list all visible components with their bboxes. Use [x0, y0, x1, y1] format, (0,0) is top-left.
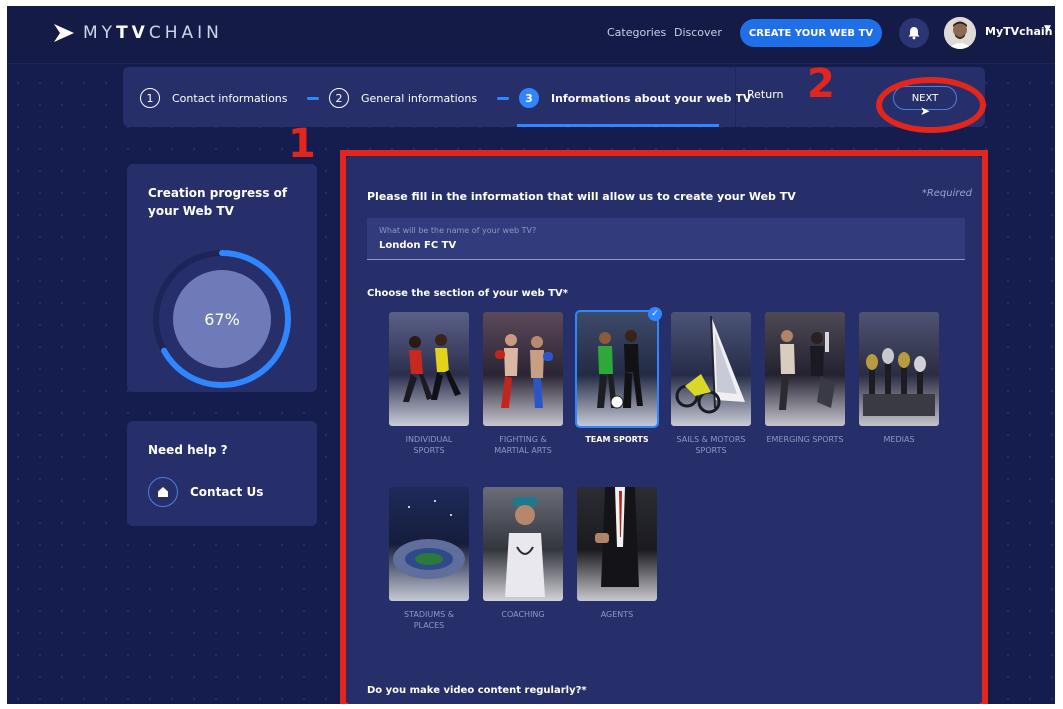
- annotation-number-1: 1: [288, 121, 316, 167]
- username-label[interactable]: MyTVchain: [985, 25, 1053, 38]
- form-heading: Please fill in the information that will…: [367, 190, 796, 203]
- notifications-button[interactable]: [899, 18, 929, 48]
- emerging-sports-image: [765, 312, 845, 426]
- section-tile-coaching[interactable]: COACHING: [483, 487, 563, 620]
- web-tv-name-input[interactable]: [379, 240, 939, 251]
- tile-caption: EMERGING SPORTS: [766, 435, 844, 444]
- tile-caption: FIGHTING & MARTIAL ARTS: [494, 435, 552, 455]
- section-tile-individual-sports[interactable]: INDIVIDUAL SPORTS: [389, 312, 469, 456]
- sails-motors-sports-image: [671, 312, 751, 426]
- required-note: *Required: [921, 188, 972, 199]
- progress-value: 67%: [204, 310, 240, 329]
- section-tile-stadiums-places[interactable]: STADIUMS & PLACES: [389, 487, 469, 631]
- logo-text-chain: CHAIN: [148, 23, 223, 43]
- team-sports-image: [575, 310, 659, 428]
- wizard-stepper: 1 Contact informations 2 General informa…: [123, 67, 985, 127]
- tile-caption: AGENTS: [600, 610, 634, 619]
- video-content-question: Do you make video content regularly?*: [367, 685, 587, 696]
- logo-play-icon: [54, 24, 74, 42]
- bell-icon: [908, 27, 920, 40]
- progress-title: Creation progress of your Web TV: [148, 186, 288, 218]
- tile-caption: SAILS & MOTORS SPORTS: [676, 435, 746, 455]
- fighting-martial-arts-image: [483, 312, 563, 426]
- tile-caption: COACHING: [501, 610, 545, 619]
- step-label: General informations: [361, 91, 478, 105]
- return-button[interactable]: Return: [747, 88, 784, 101]
- step-contact-informations[interactable]: 1 Contact informations: [140, 88, 288, 108]
- agents-image: [577, 487, 657, 601]
- tile-caption: STADIUMS & PLACES: [404, 610, 454, 630]
- step-label: Contact informations: [172, 91, 288, 105]
- section-tile-team-sports[interactable]: ✓ TEAM SPORTS: [575, 307, 662, 445]
- annotation-ellipse-next: [876, 77, 986, 133]
- progress-card: Creation progress of your Web TV 67%: [127, 164, 317, 392]
- contact-us-button[interactable]: Contact Us: [148, 477, 263, 507]
- web-tv-name-placeholder: What will be the name of your web TV?: [379, 226, 537, 235]
- progress-ring: 67%: [153, 250, 291, 388]
- section-chooser-label: Choose the section of your web TV*: [367, 288, 568, 299]
- chevron-down-icon[interactable]: ▼: [1044, 24, 1051, 34]
- home-envelope-icon: [148, 477, 178, 507]
- stepper-divider: [735, 67, 736, 127]
- checkmark-icon: ✓: [648, 307, 662, 321]
- nav-discover[interactable]: Discover: [674, 26, 722, 39]
- help-title: Need help ?: [148, 443, 228, 457]
- tile-caption: INDIVIDUAL SPORTS: [405, 435, 453, 455]
- section-tile-sails-motors-sports[interactable]: SAILS & MOTORS SPORTS: [671, 312, 751, 456]
- contact-us-label: Contact Us: [190, 485, 264, 499]
- web-tv-name-field[interactable]: What will be the name of your web TV?: [367, 218, 965, 260]
- annotation-number-2: 2: [807, 61, 835, 107]
- tile-caption: MEDIAS: [883, 435, 915, 444]
- step-number: 2: [329, 88, 349, 108]
- stadiums-places-image: [389, 487, 469, 601]
- step-label: Informations about your web TV: [551, 91, 752, 105]
- step-number: 1: [140, 88, 160, 108]
- medias-image: [859, 312, 939, 426]
- top-navbar: MY TV CHAIN Categories Discover CREATE YOU…: [7, 6, 1055, 64]
- logo-text-tv: TV: [116, 23, 149, 43]
- coaching-image: [483, 487, 563, 601]
- create-web-tv-button[interactable]: CREATE YOUR WEB TV: [740, 19, 882, 47]
- individual-sports-image: [389, 312, 469, 426]
- step-connector: [307, 97, 319, 100]
- tile-caption: TEAM SPORTS: [585, 435, 649, 444]
- web-tv-form: Please fill in the information that will…: [346, 156, 982, 704]
- step-connector: [497, 97, 509, 100]
- mytvchain-logo[interactable]: MY TV CHAIN: [53, 23, 223, 43]
- step-number: 3: [519, 88, 539, 108]
- section-tile-emerging-sports[interactable]: EMERGING SPORTS: [765, 312, 845, 445]
- nav-categories[interactable]: Categories: [607, 26, 666, 39]
- section-tile-medias[interactable]: MEDIAS: [859, 312, 939, 445]
- section-tile-fighting-martial-arts[interactable]: FIGHTING & MARTIAL ARTS: [483, 312, 563, 456]
- app-window: MY TV CHAIN Categories Discover CREATE YOU…: [7, 6, 1055, 704]
- avatar-person-icon: [944, 17, 976, 49]
- active-step-underline: [517, 124, 719, 127]
- step-web-tv-informations[interactable]: 3 Informations about your web TV: [519, 88, 751, 108]
- section-tile-agents[interactable]: AGENTS: [577, 487, 657, 620]
- help-card: Need help ? Contact Us: [127, 421, 317, 526]
- step-general-informations[interactable]: 2 General informations: [329, 88, 477, 108]
- logo-text-my: MY: [83, 23, 117, 43]
- user-avatar[interactable]: [944, 17, 976, 49]
